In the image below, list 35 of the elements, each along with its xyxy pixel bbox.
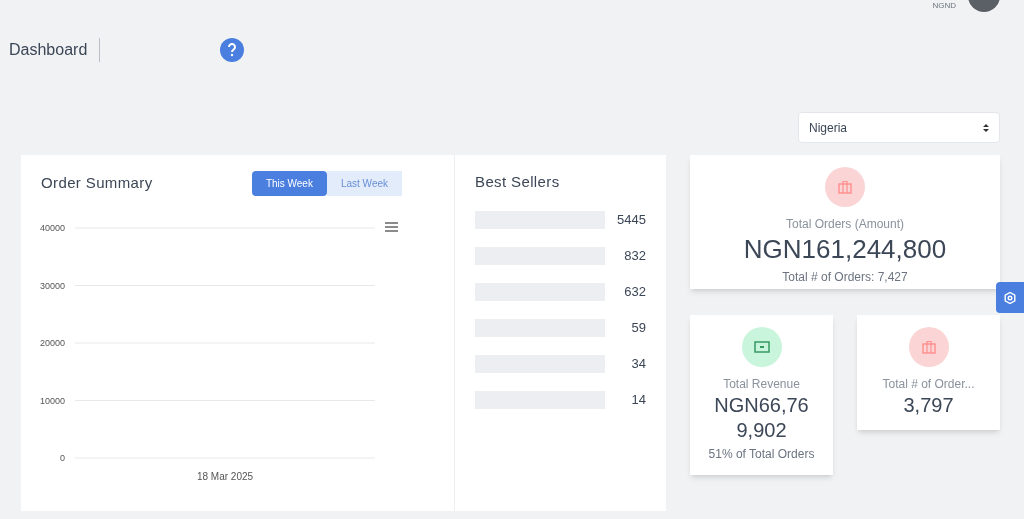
sales-count: 632 <box>624 282 646 301</box>
week-tab[interactable]: This Week <box>251 171 327 196</box>
stat-note: Total # of Orders: 7,427 <box>782 268 908 286</box>
sales-count: 14 <box>631 390 646 409</box>
page-title: Dashboard <box>9 38 101 62</box>
stat-note: 51% of Total Orders <box>708 446 815 463</box>
country-select[interactable]: Nigeria <box>798 112 1000 143</box>
money-icon <box>753 341 770 353</box>
sort-caret-icon <box>983 122 989 133</box>
stat-value: 3,797 <box>903 393 954 418</box>
briefcase-icon <box>838 180 852 194</box>
user-label: NGND <box>932 2 956 10</box>
card-title: Best Sellers <box>475 172 561 192</box>
sales-count: 34 <box>631 354 646 373</box>
week-tab[interactable]: Last Week <box>326 171 402 196</box>
sales-count: 832 <box>624 246 646 265</box>
stat-label: Total Orders (Amount) <box>785 216 904 233</box>
axis-tick-label: 20000 <box>39 338 65 348</box>
settings-button[interactable] <box>996 282 1024 313</box>
menu-icon[interactable] <box>385 222 398 232</box>
axis-tick-label: 18 Mar 2025 <box>196 471 254 482</box>
stat-value: NGN161,244,800 <box>743 233 947 266</box>
settings-icon <box>1004 291 1016 304</box>
help-icon[interactable] <box>220 38 245 62</box>
stat-label: Total # of Order... <box>882 376 975 393</box>
axis-tick-label: 10000 <box>39 395 65 406</box>
stat-label: Total Revenue <box>723 376 800 393</box>
axis-tick-label: 40000 <box>39 223 65 233</box>
stat-value: NGN66,76 9,902 <box>713 393 810 443</box>
sales-count: 5445 <box>617 210 646 229</box>
axis-tick-label: 0 <box>60 453 65 463</box>
briefcase-icon <box>921 340 936 354</box>
card-title: Order Summary <box>41 173 153 194</box>
sales-count: 59 <box>631 318 646 337</box>
axis-tick-label: 30000 <box>39 280 65 291</box>
